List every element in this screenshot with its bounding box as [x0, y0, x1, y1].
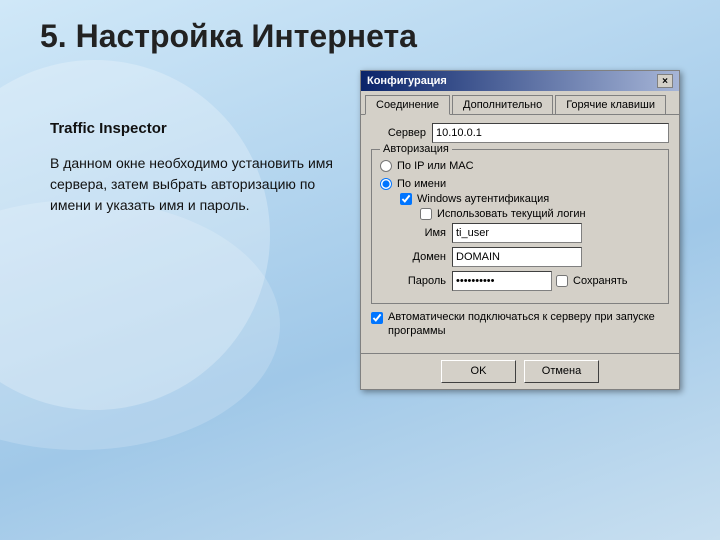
auto-connect-text: Автоматически подключаться к серверу при… [388, 310, 669, 339]
cb-auto-connect[interactable] [371, 312, 383, 324]
radio-by-name[interactable] [380, 178, 392, 190]
dialog-footer: OK Отмена [361, 353, 679, 389]
auto-connect-row: Автоматически подключаться к серверу при… [371, 310, 669, 339]
windows-auth-row: Windows аутентификация [400, 193, 660, 205]
save-label: Сохранять [573, 275, 627, 287]
use-current-row: Использовать текущий логин [420, 208, 660, 220]
ok-button[interactable]: OK [441, 360, 516, 383]
left-panel: Traffic Inspector В данном окне необходи… [50, 120, 350, 216]
tab-bar: Соединение Дополнительно Горячие клавиши [361, 91, 679, 115]
domain-field-row: Домен [400, 247, 660, 267]
close-button[interactable]: × [657, 74, 673, 88]
cancel-button[interactable]: Отмена [524, 360, 599, 383]
server-input[interactable] [432, 123, 669, 143]
dialog-body: Сервер Авторизация По IP или MAC По имен… [361, 115, 679, 353]
cb-windows-auth-label: Windows аутентификация [417, 193, 549, 205]
tab-hotkeys[interactable]: Горячие клавиши [555, 95, 666, 114]
tab-advanced[interactable]: Дополнительно [452, 95, 553, 114]
name-field-row: Имя [400, 223, 660, 243]
cb-use-current[interactable] [420, 208, 432, 220]
server-label: Сервер [371, 127, 426, 139]
page-title: 5. Настройка Интернета [40, 18, 417, 55]
dialog-title: Конфигурация [367, 75, 447, 87]
auth-options-indent: Windows аутентификация Использовать теку… [400, 193, 660, 291]
radio-ip-row: По IP или MAC [380, 160, 660, 172]
app-name: Traffic Inspector [50, 120, 350, 137]
cb-windows-auth[interactable] [400, 193, 412, 205]
password-input[interactable] [452, 271, 552, 291]
radio-ip-label: По IP или MAC [397, 160, 474, 172]
radio-name-row: По имени [380, 178, 660, 190]
save-row: Сохранять [556, 275, 627, 287]
radio-name-label: По имени [397, 178, 446, 190]
auth-group-box: Авторизация По IP или MAC По имени Windo… [371, 149, 669, 304]
cb-save[interactable] [556, 275, 568, 287]
password-label: Пароль [400, 275, 446, 287]
password-field-row: Пароль Сохранять [400, 271, 660, 291]
tab-connection[interactable]: Соединение [365, 95, 450, 115]
auth-group-title: Авторизация [380, 143, 452, 155]
dialog-titlebar: Конфигурация × [361, 71, 679, 91]
server-row: Сервер [371, 123, 669, 143]
domain-label: Домен [400, 251, 446, 263]
radio-ip-mac[interactable] [380, 160, 392, 172]
name-label: Имя [400, 227, 446, 239]
cb-use-current-label: Использовать текущий логин [437, 208, 586, 220]
domain-input[interactable] [452, 247, 582, 267]
name-input[interactable] [452, 223, 582, 243]
description-text: В данном окне необходимо установить имя … [50, 153, 350, 216]
dialog-window: Конфигурация × Соединение Дополнительно … [360, 70, 680, 390]
